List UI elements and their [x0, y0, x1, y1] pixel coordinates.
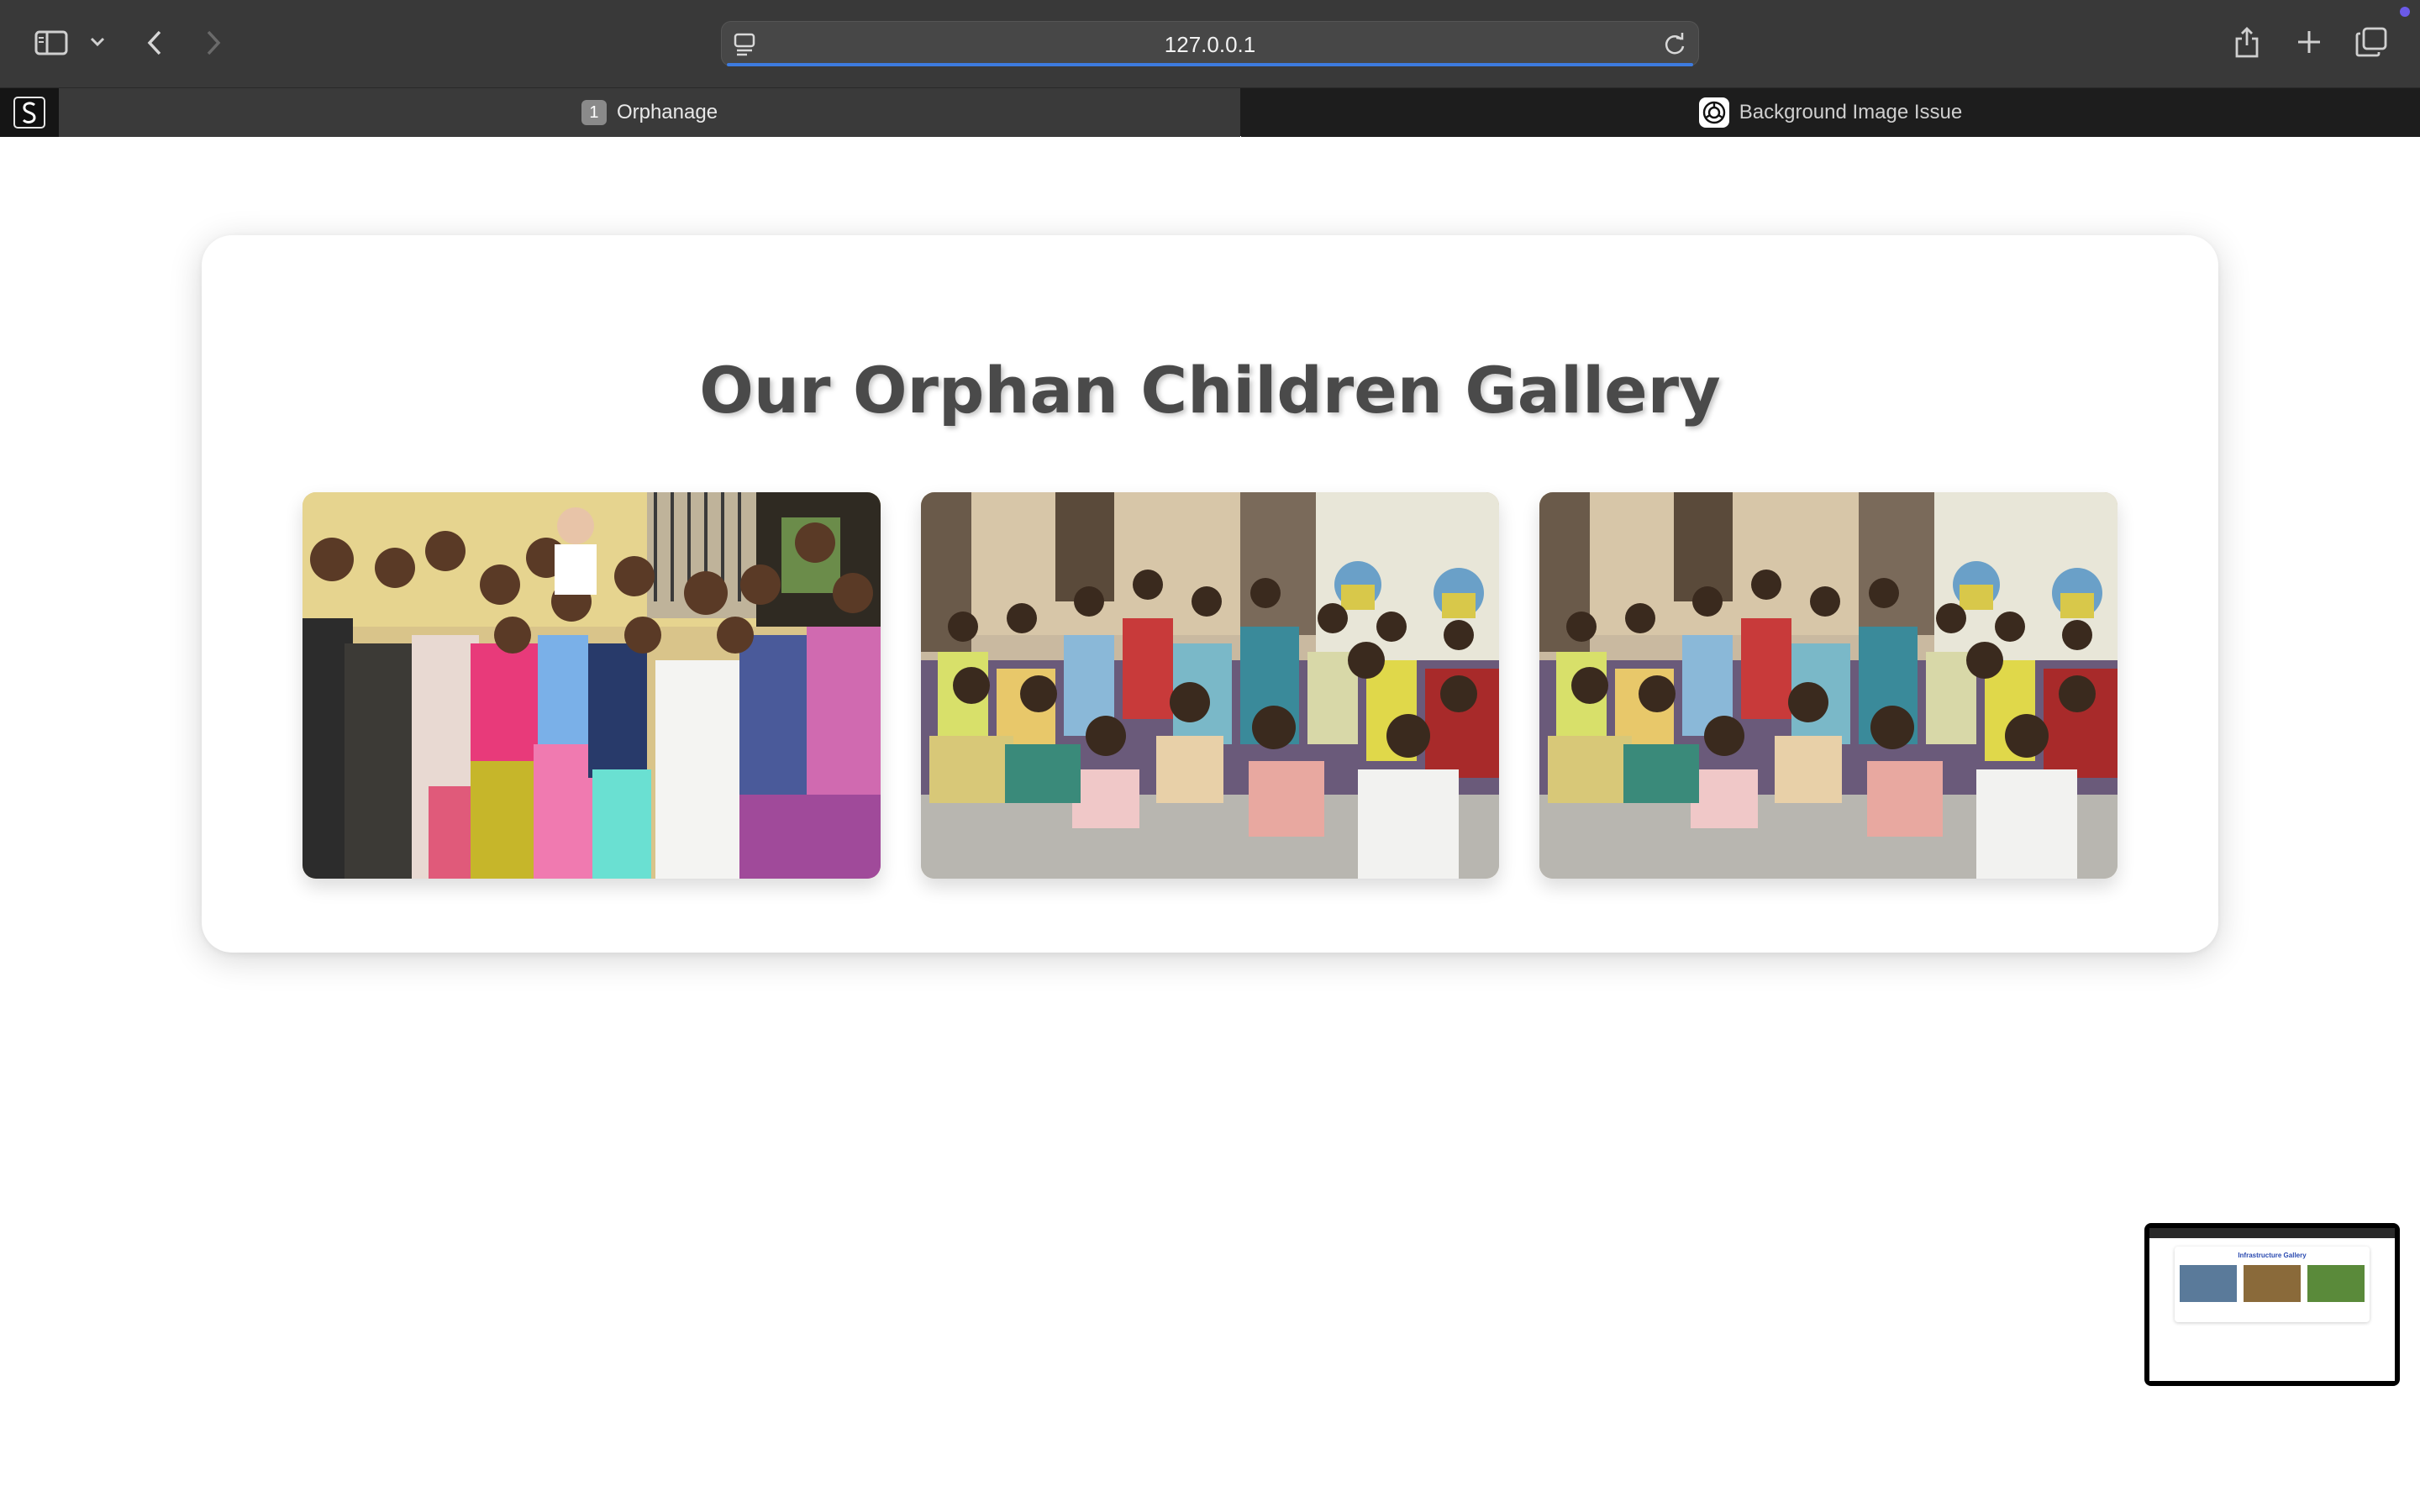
chevron-down-icon[interactable] [87, 32, 108, 52]
gallery-photo-girls-group[interactable] [302, 492, 881, 879]
screenshot-thumbnail[interactable]: Infrastructure Gallery [2144, 1223, 2400, 1386]
tab-label: Orphanage [616, 101, 718, 123]
page-title: Our Orphan Children Gallery [699, 353, 1721, 428]
url-text[interactable]: 127.0.0.1 [722, 22, 1698, 67]
thumbnail-photo [2307, 1265, 2365, 1302]
browser-toolbar: 127.0.0.1 [0, 0, 2420, 87]
address-bar[interactable]: 127.0.0.1 [721, 21, 1699, 66]
tab-bar: 1 Orphanage Background Image Issue [0, 87, 2420, 137]
thumbnail-photo [2180, 1265, 2237, 1302]
gallery-photo-seated-children[interactable] [1539, 492, 2118, 879]
address-focus-line [727, 63, 1693, 66]
thumbnail-title: Infrastructure Gallery [2238, 1252, 2307, 1259]
thumbnail-card: Infrastructure Gallery [2175, 1247, 2370, 1322]
tab-number-badge: 1 [581, 100, 607, 125]
chatgpt-icon [1698, 97, 1729, 128]
tab-orphanage[interactable]: 1 Orphanage [59, 88, 1240, 137]
reload-icon[interactable] [1663, 33, 1686, 60]
forward-icon[interactable] [200, 25, 227, 60]
tab-label: Background Image Issue [1739, 101, 1963, 123]
gallery-card: Our Orphan Children Gallery [202, 235, 2218, 953]
thumbnail-preview: Infrastructure Gallery [2149, 1228, 2395, 1381]
sidebar-icon[interactable] [32, 25, 71, 60]
thumbnail-chrome [2149, 1228, 2395, 1238]
pinned-site-icon[interactable] [0, 88, 59, 137]
thumbnail-photo [2244, 1265, 2301, 1302]
tab-overview-icon[interactable] [2354, 25, 2388, 59]
new-tab-icon[interactable] [2294, 27, 2324, 57]
notification-dot [2400, 7, 2410, 17]
gallery-photo-seated-children[interactable] [921, 492, 1499, 879]
tab-background-image-issue[interactable]: Background Image Issue [1241, 88, 2420, 137]
share-icon[interactable] [2232, 24, 2262, 60]
back-icon[interactable] [141, 25, 168, 60]
